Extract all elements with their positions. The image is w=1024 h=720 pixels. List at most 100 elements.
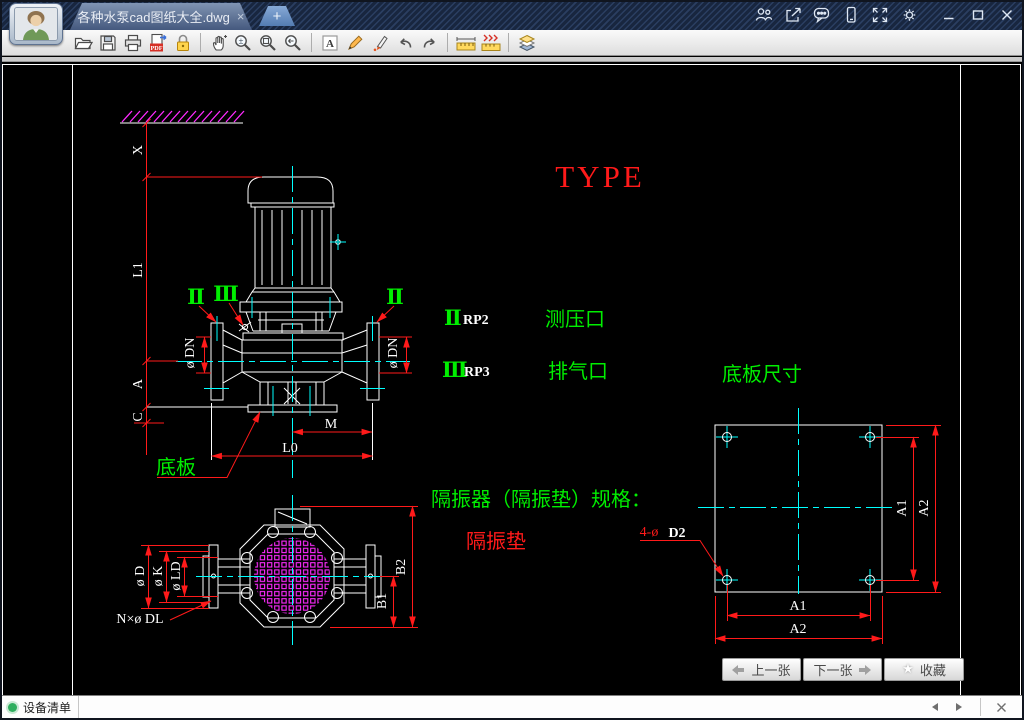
port-mark-ii-right: Ⅱ (386, 285, 404, 309)
dim-label-a1-right: A1 (895, 499, 910, 516)
type-title: TYPE (555, 159, 645, 194)
export-pdf-icon[interactable]: PDF (145, 31, 170, 55)
undo-icon[interactable] (392, 31, 417, 55)
redo-icon[interactable] (417, 31, 442, 55)
dim-label-b1: B1 (375, 593, 390, 609)
print-icon[interactable] (120, 31, 145, 55)
app-window: 各种水泵cad图纸大全.dwg × + (0, 0, 1024, 720)
lock-icon[interactable] (170, 31, 195, 55)
next-page-button[interactable]: 下一张 (803, 658, 882, 681)
tab-title: 各种水泵cad图纸大全.dwg (77, 7, 229, 26)
isolator-note-line2: 隔振垫 (466, 530, 526, 553)
dim-label-l1: L1 (131, 262, 146, 278)
dim-label-a2-right: A2 (917, 499, 932, 516)
statusbar-next-button[interactable] (950, 699, 968, 715)
dim-label-d: ø D (133, 566, 148, 587)
user-avatar[interactable] (9, 3, 63, 45)
hole-callout-size: D2 (668, 526, 685, 541)
viewer-pager: 上一张 下一张 ★ 收藏 (722, 658, 964, 681)
port-mark-iii: Ⅲ (213, 282, 239, 306)
statusbar-separator (980, 698, 981, 716)
maximize-button[interactable] (967, 4, 989, 26)
measure-length-icon[interactable] (453, 31, 478, 55)
pump-top-view: ø D ø K ø LD N×ø DL B1 B2 (116, 495, 418, 645)
arrow-left-icon (732, 665, 745, 675)
base-plate-label: 底板 (156, 456, 196, 479)
fullscreen-icon[interactable] (869, 4, 891, 26)
isolator-note-line1: 隔振器（隔振垫）规格： (431, 488, 651, 511)
prev-page-button[interactable]: 上一张 (722, 658, 801, 681)
settings-gear-icon[interactable] (898, 4, 920, 26)
document-tab[interactable]: 各种水泵cad图纸大全.dwg × (70, 3, 252, 30)
dim-label-b2: B2 (394, 559, 409, 575)
tab-close-icon[interactable]: × (237, 9, 245, 24)
statusbar-prev-button[interactable] (926, 699, 944, 715)
svg-text:±: ± (239, 36, 244, 46)
port-mark-ii-left: Ⅱ (187, 285, 205, 309)
dim-label-k: ø K (151, 566, 166, 587)
dim-label-dn-right: ø DN (386, 338, 401, 369)
device-list-panel-toggle[interactable]: 设备清单 (8, 696, 71, 718)
status-dot-icon (8, 703, 17, 712)
favorite-label: 收藏 (920, 660, 946, 679)
dim-label-a1-bottom: A1 (789, 599, 806, 614)
drawing-canvas[interactable]: X L1 A C ø DN ø DN M L0 Ⅱ Ⅲ Ⅱ 底板 TYPE Ⅱ … (0, 62, 1024, 695)
mobile-sync-icon[interactable] (840, 4, 862, 26)
arrow-right-icon (859, 665, 872, 675)
measure-continuous-icon[interactable] (478, 31, 503, 55)
sheet-frame (2, 64, 1021, 695)
toolbar-separator (447, 33, 448, 52)
zoom-window-icon[interactable] (256, 31, 281, 55)
statusbar-close-button[interactable] (992, 699, 1010, 715)
legend-row1-sym: Ⅱ (444, 306, 462, 330)
statusbar: 设备清单 (0, 695, 1024, 718)
toolbar-separator (508, 33, 509, 52)
prev-page-label: 上一张 (751, 660, 790, 679)
legend-row1-desc: 测压口 (545, 308, 605, 331)
legend-row2-code: RP3 (464, 365, 490, 380)
text-annotation-icon[interactable]: A (317, 31, 342, 55)
dim-label-m: M (325, 417, 338, 432)
statusbar-separator (78, 696, 79, 718)
layers-icon[interactable] (514, 31, 539, 55)
svg-text:PDF: PDF (150, 44, 162, 51)
next-page-label: 下一张 (813, 660, 852, 679)
marker-edit-icon[interactable] (367, 31, 392, 55)
titlebar: 各种水泵cad图纸大全.dwg × + (0, 0, 1024, 30)
new-tab-button[interactable]: + (259, 6, 295, 26)
dim-label-dn-left: ø DN (183, 338, 198, 369)
contacts-icon[interactable] (753, 4, 775, 26)
dim-label-x: X (131, 145, 146, 155)
dim-label-a: A (131, 378, 146, 389)
legend-block: TYPE Ⅱ RP2 测压口 Ⅲ RP3 排气口 隔振器（隔振垫）规格： 隔振垫… (431, 159, 802, 553)
dim-label-c: C (131, 412, 146, 421)
dim-label-ld: ø LD (169, 561, 184, 590)
pan-hand-icon[interactable] (206, 31, 231, 55)
feedback-chat-icon[interactable] (811, 4, 833, 26)
svg-text:A: A (326, 38, 334, 50)
zoom-previous-icon[interactable] (281, 31, 306, 55)
legend-row1-code: RP2 (463, 313, 489, 328)
pencil-edit-icon[interactable] (342, 31, 367, 55)
toolbar-separator (200, 33, 201, 52)
device-list-label: 设备清单 (23, 699, 71, 716)
zoom-in-out-icon[interactable]: ± (231, 31, 256, 55)
close-button[interactable] (996, 4, 1018, 26)
toolbar: PDF ± (0, 30, 1024, 56)
minimize-button[interactable] (938, 4, 960, 26)
cad-drawing: X L1 A C ø DN ø DN M L0 Ⅱ Ⅲ Ⅱ 底板 TYPE Ⅱ … (0, 62, 1024, 695)
legend-row2-desc: 排气口 (548, 360, 608, 383)
titlebar-controls (753, 0, 1018, 30)
dim-label-a2-bottom: A2 (789, 622, 806, 637)
open-file-icon[interactable] (70, 31, 95, 55)
dim-label-n-dl: N×ø DL (116, 612, 163, 627)
share-icon[interactable] (782, 4, 804, 26)
pump-front-view: X L1 A C ø DN ø DN M L0 Ⅱ Ⅲ Ⅱ 底板 (120, 111, 412, 479)
hole-callout-count: 4-ø (640, 525, 659, 540)
avatar-photo (14, 7, 58, 41)
dim-label-l0: L0 (282, 441, 298, 456)
save-icon[interactable] (95, 31, 120, 55)
star-icon: ★ (902, 662, 914, 677)
base-plate-view-title: 底板尺寸 (722, 363, 802, 386)
favorite-button[interactable]: ★ 收藏 (884, 658, 964, 681)
